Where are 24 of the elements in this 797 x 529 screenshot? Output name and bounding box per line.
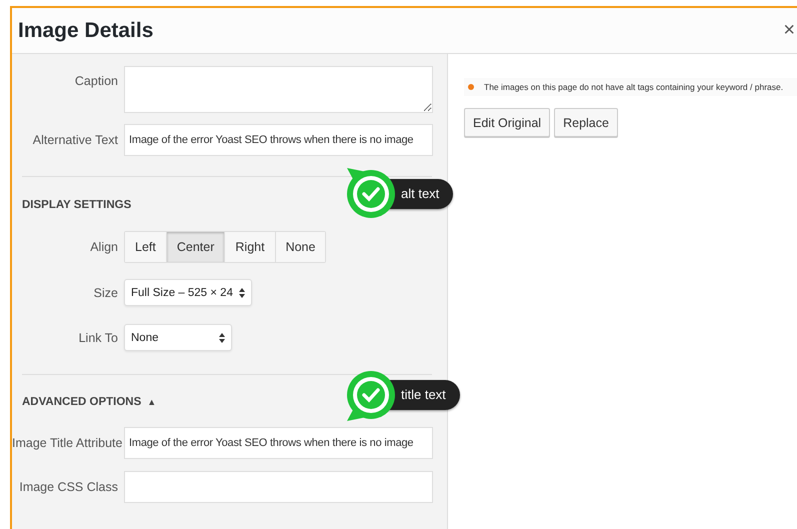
close-button[interactable]: × (783, 19, 797, 42)
caption-field[interactable] (124, 66, 433, 113)
field-label: Link To (78, 330, 118, 344)
window-title: Image Details (18, 18, 154, 42)
action-button[interactable]: Replace (554, 108, 618, 137)
action-button[interactable]: Edit Original (464, 108, 550, 137)
updown-arrows-icon (239, 288, 245, 298)
css-class-field[interactable] (124, 471, 433, 503)
section-heading: DISPLAY SETTINGS (21, 199, 132, 211)
field-label: Alternative Text (32, 133, 118, 147)
link-to-select[interactable]: None (124, 324, 232, 351)
align-option-button[interactable]: Center (166, 232, 226, 262)
notice-text: The images on this page do not have alt tags containing your keyword / phrase. (484, 82, 784, 92)
align-option-button[interactable]: Left (125, 232, 167, 262)
field-label: Image CSS Class (18, 480, 118, 494)
section-heading: ADVANCED OPTIONS (22, 396, 142, 408)
collapse-toggle[interactable]: ▲ (147, 397, 156, 407)
field-label: Align (89, 240, 118, 254)
field-label: Size (92, 286, 118, 300)
size-select[interactable]: Full Size – 525 × 24 (124, 279, 252, 306)
field-label: Caption (74, 73, 118, 88)
alt-text-field[interactable]: Image of the error Yoast SEO throws when there is no image (124, 124, 433, 156)
title-attribute-field[interactable]: Image of the error Yoast SEO throws when there is no image (124, 427, 433, 459)
updown-arrows-icon (219, 332, 225, 342)
